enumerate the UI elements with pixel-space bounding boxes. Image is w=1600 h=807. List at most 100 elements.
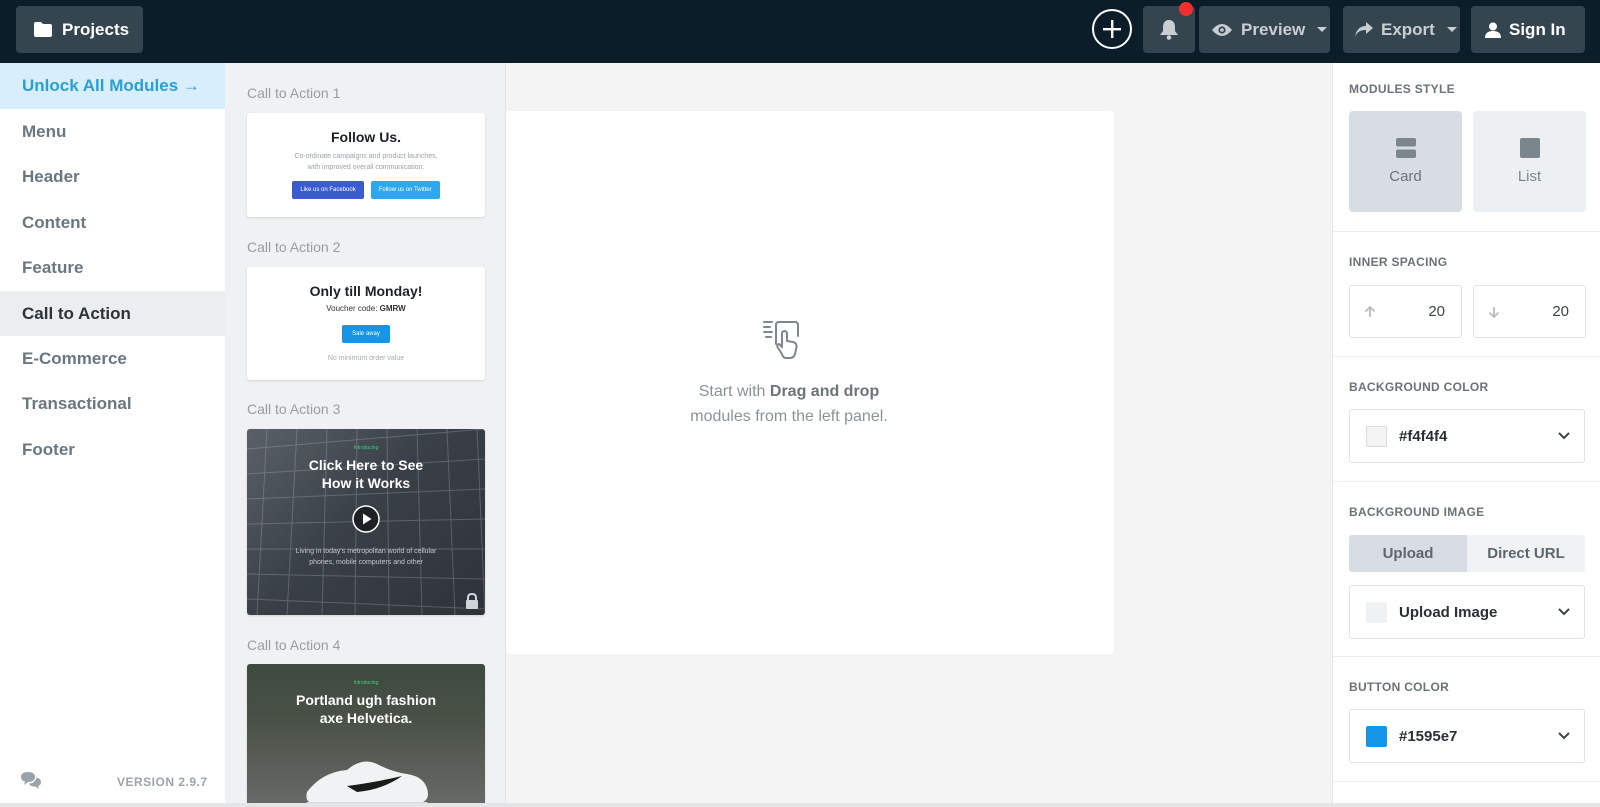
button-color-select[interactable]: #1595e7 [1349,709,1585,763]
tab-upload[interactable]: Upload [1349,535,1467,572]
sign-in-button[interactable]: Sign In [1471,6,1585,53]
sidebar-item-header[interactable]: Header [0,154,225,199]
spacing-bottom-input[interactable]: 20 [1473,285,1586,338]
module-title: Call to Action 1 [247,85,341,101]
module-card-call-to-action-4[interactable]: Introducing Portland ugh fashion axe Hel… [247,664,485,807]
card-icon [1395,138,1416,158]
play-icon [352,505,380,533]
export-label: Export [1381,19,1435,39]
style-card-option[interactable]: Card [1349,111,1462,212]
chat-icon[interactable] [20,771,42,791]
bell-icon [1160,19,1178,40]
style-list-option[interactable]: List [1473,111,1586,212]
module-card-call-to-action-2[interactable]: Only till Monday! Voucher code: GMRW Sal… [247,267,485,380]
module-heading-line: axe Helvetica. [319,710,413,726]
twitter-button-preview: Follow us on Twitter [370,181,440,199]
divider [1333,356,1600,357]
module-body-line: Co-ordinate campaigns and product launch… [294,153,438,160]
module-heading: Follow Us. [331,129,401,145]
spacing-top-input[interactable]: 20 [1349,285,1462,338]
spacing-bottom-value: 20 [1552,303,1569,320]
sign-in-label: Sign In [1509,19,1566,39]
module-heading-line: How it Works [321,475,411,491]
divider [1333,481,1600,482]
user-icon [1485,22,1501,38]
module-note: No minimum order value [327,355,405,362]
voucher-code: GMRW [379,304,406,313]
sidebar-item-transactional[interactable]: Transactional [0,381,225,426]
module-title: Call to Action 2 [247,239,341,255]
drag-hand-icon [763,321,799,359]
settings-panel: MODULES STYLE Card List INNER SPACING 20… [1332,63,1600,807]
tab-direct-url[interactable]: Direct URL [1467,535,1585,572]
eye-icon [1212,23,1232,36]
divider [1333,231,1600,232]
background-color-select[interactable]: #f4f4f4 [1349,409,1585,463]
module-body-line: phones, mobile computers and other [309,559,423,566]
preview-label: Preview [1241,19,1306,39]
image-placeholder [1366,601,1387,623]
preview-button[interactable]: Preview [1199,6,1330,53]
inner-spacing-label: INNER SPACING [1349,255,1448,269]
upload-image-select[interactable]: Upload Image [1349,585,1585,639]
add-button[interactable] [1092,9,1132,49]
notification-badge [1179,2,1193,16]
modules-style-label: MODULES STYLE [1349,82,1455,96]
plus-icon [1103,20,1121,38]
module-heading: Only till Monday! [309,283,423,299]
module-list-panel: Call to Action 1 Follow Us. Co-ordinate … [225,63,506,807]
drop-zone[interactable]: Start with Drag and drop modules from th… [506,111,1114,654]
sneaker-image [306,761,428,807]
version-label: VERSION 2.9.7 [117,775,208,789]
sidebar-item-call-to-action[interactable]: Call to Action [0,291,225,336]
background-image-label: BACKGROUND IMAGE [1349,505,1485,519]
style-list-label: List [1517,168,1542,185]
module-title: Call to Action 4 [247,637,341,653]
module-tag: Introducing [353,445,379,451]
voucher-prefix: Voucher code: [326,304,378,313]
button-color-label: BUTTON COLOR [1349,680,1450,694]
divider [1333,656,1600,657]
chevron-down-icon [1317,27,1328,32]
list-icon [1519,138,1540,158]
drop-instructions: Start with Drag and drop modules from th… [506,379,1072,429]
chevron-down-icon [1558,432,1570,440]
sidebar-item-feature[interactable]: Feature [0,245,225,290]
arrow-down-icon [1488,306,1500,318]
module-card-call-to-action-1[interactable]: Follow Us. Co-ordinate campaigns and pro… [247,113,485,217]
chevron-down-icon [1558,732,1570,740]
sidebar-item-content[interactable]: Content [0,200,225,245]
top-bar: Projects Preview Export Sign In [0,0,1600,63]
facebook-button-preview: Like us on Facebook [292,181,364,199]
module-body-line: with improved overall communication. [307,164,425,171]
projects-button[interactable]: Projects [16,6,143,53]
share-arrow-icon [1355,22,1373,37]
spacing-top-value: 20 [1428,303,1445,320]
color-swatch [1366,425,1387,447]
sidebar-item-e-commerce[interactable]: E-Commerce [0,336,225,381]
export-button[interactable]: Export [1343,6,1460,53]
upload-image-label: Upload Image [1399,603,1498,621]
sidebar-item-menu[interactable]: Menu [0,109,225,154]
sidebar-item-footer[interactable]: Footer [0,427,225,472]
module-tag: Introducing [353,680,379,686]
module-heading-line: Click Here to See [308,457,424,473]
divider [1333,781,1600,782]
arrow-up-icon [1364,305,1376,317]
editor-canvas[interactable]: Start with Drag and drop modules from th… [506,63,1332,807]
module-body-line: Living in today's metropolitan world of … [295,548,437,555]
drop-text-prefix: Start with [698,383,766,400]
module-card-call-to-action-3[interactable]: Introducing Click Here to See How it Wor… [247,429,485,615]
module-heading-line: Portland ugh fashion [296,692,436,708]
background-image-source-toggle: Upload Direct URL [1349,535,1585,572]
projects-label: Projects [62,19,130,39]
lock-icon [466,593,478,609]
unlock-all-modules-link[interactable]: Unlock All Modules → [0,63,225,109]
horizontal-scrollbar[interactable] [0,803,1600,807]
chevron-down-icon [1446,27,1457,32]
folder-icon [34,22,52,37]
sale-button-preview: Sale away [342,325,390,343]
background-color-value: #f4f4f4 [1399,427,1448,445]
background-color-label: BACKGROUND COLOR [1349,380,1489,394]
drop-text-line2: modules from the left panel. [690,408,888,425]
